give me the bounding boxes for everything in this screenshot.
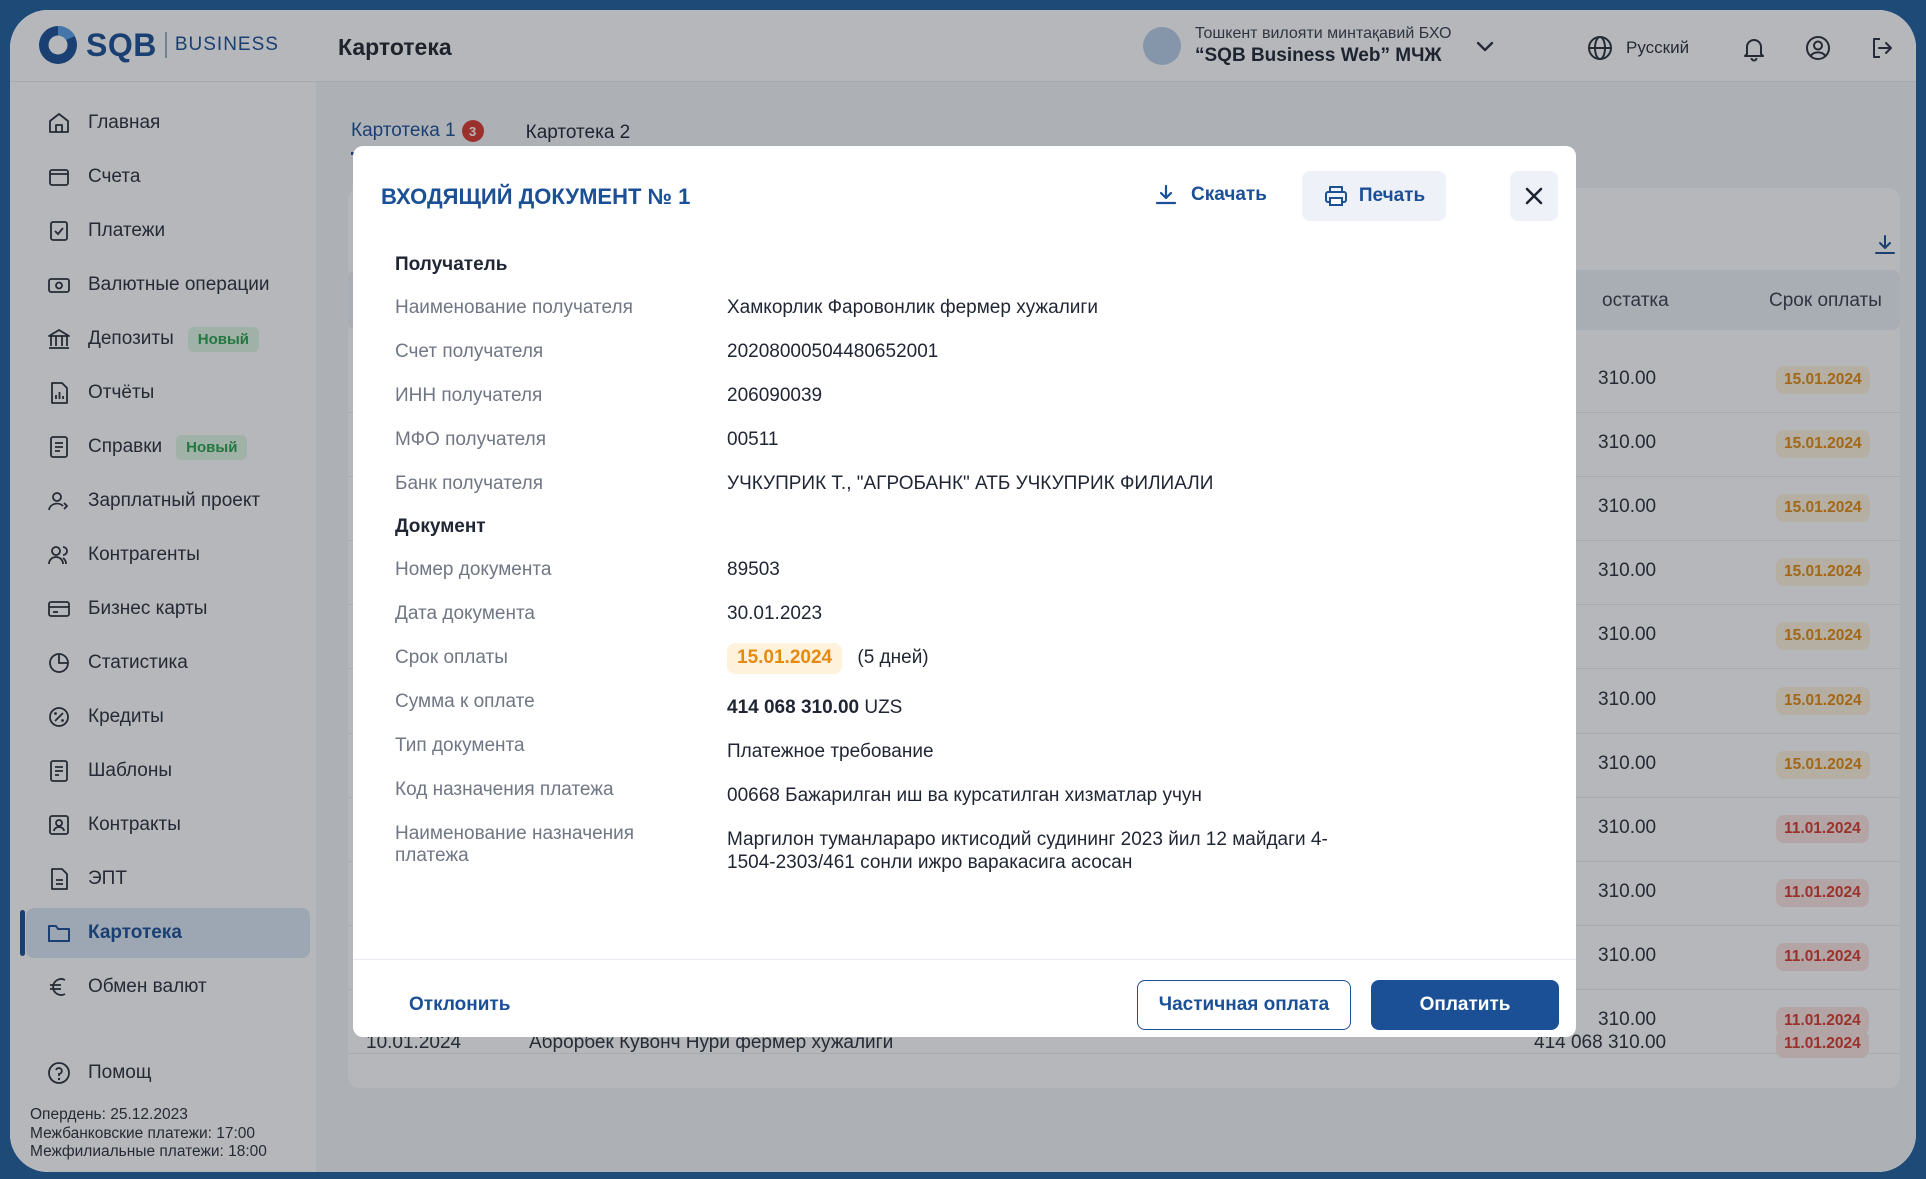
download-icon: [1155, 184, 1177, 205]
field-value-recipient-mfo: 00511: [727, 429, 779, 450]
due-date-badge: 15.01.2024: [727, 643, 843, 674]
field-value-recipient-name: Хамкорлик Фаровонлик фермер хужалиги: [727, 297, 1098, 318]
field-value-recipient-bank: УЧКУПРИК Т., "АГРОБАНК" АТБ УЧКУПРИК ФИЛ…: [727, 473, 1214, 494]
section-document: Документ: [395, 516, 486, 537]
field-value-due-date: 15.01.2024 (5 дней): [727, 643, 929, 674]
incoming-document-modal: ВХОДЯЩИЙ ДОКУМЕНТ № 1 Скачать Печать Пол…: [353, 146, 1576, 1037]
field-value-recipient-inn: 206090039: [727, 385, 823, 406]
reject-button[interactable]: Отклонить: [409, 994, 510, 1016]
field-value-payment-purpose: Маргилон туманлараро иктисодий судининг …: [727, 829, 1328, 873]
app-window: SQB BUSINESS Картотека Тошкент вилояти м…: [10, 10, 1916, 1172]
partial-payment-button[interactable]: Частичная оплата: [1137, 980, 1351, 1030]
field-label-recipient-account: Счет получателя: [395, 341, 544, 362]
field-label-payment-code: Код назначения платежа: [395, 779, 614, 800]
amount-value: 414 068 310.00: [727, 697, 860, 718]
field-label-due-date: Срок оплаты: [395, 647, 508, 668]
field-label-payment-purpose: Наименование назначения платежа: [395, 823, 635, 866]
print-button[interactable]: Печать: [1302, 171, 1446, 221]
field-label-recipient-inn: ИНН получателя: [395, 385, 543, 406]
close-button[interactable]: [1510, 171, 1558, 221]
field-value-document-type: Платежное требование: [727, 741, 934, 762]
modal-footer-divider: [353, 959, 1576, 960]
field-value-amount: 414 068 310.00 UZS: [727, 697, 902, 720]
field-value-document-number: 89503: [727, 559, 780, 580]
modal-title: ВХОДЯЩИЙ ДОКУМЕНТ № 1: [381, 184, 691, 209]
field-value-payment-code: 00668 Бажарилган иш ва курсатилган хизма…: [727, 785, 1202, 806]
field-label-document-date: Дата документа: [395, 603, 535, 624]
printer-icon: [1324, 186, 1347, 206]
section-recipient: Получатель: [395, 254, 508, 275]
field-label-recipient-bank: Банк получателя: [395, 473, 543, 494]
download-label: Скачать: [1191, 184, 1267, 205]
amount-currency: UZS: [864, 697, 903, 718]
download-button[interactable]: Скачать: [1153, 182, 1267, 208]
field-label-amount: Сумма к оплате: [395, 691, 535, 712]
close-icon: [1525, 187, 1543, 205]
field-label-recipient-mfo: МФО получателя: [395, 429, 546, 450]
field-value-recipient-account: 20208000504480652001: [727, 341, 939, 362]
pay-button[interactable]: Оплатить: [1371, 980, 1559, 1030]
due-date-days: (5 дней): [857, 647, 929, 668]
field-label-recipient-name: Наименование получателя: [395, 297, 633, 318]
print-label: Печать: [1358, 185, 1426, 206]
field-label-document-type: Тип документа: [395, 735, 525, 756]
field-value-document-date: 30.01.2023: [727, 603, 823, 624]
field-label-document-number: Номер документа: [395, 559, 552, 580]
